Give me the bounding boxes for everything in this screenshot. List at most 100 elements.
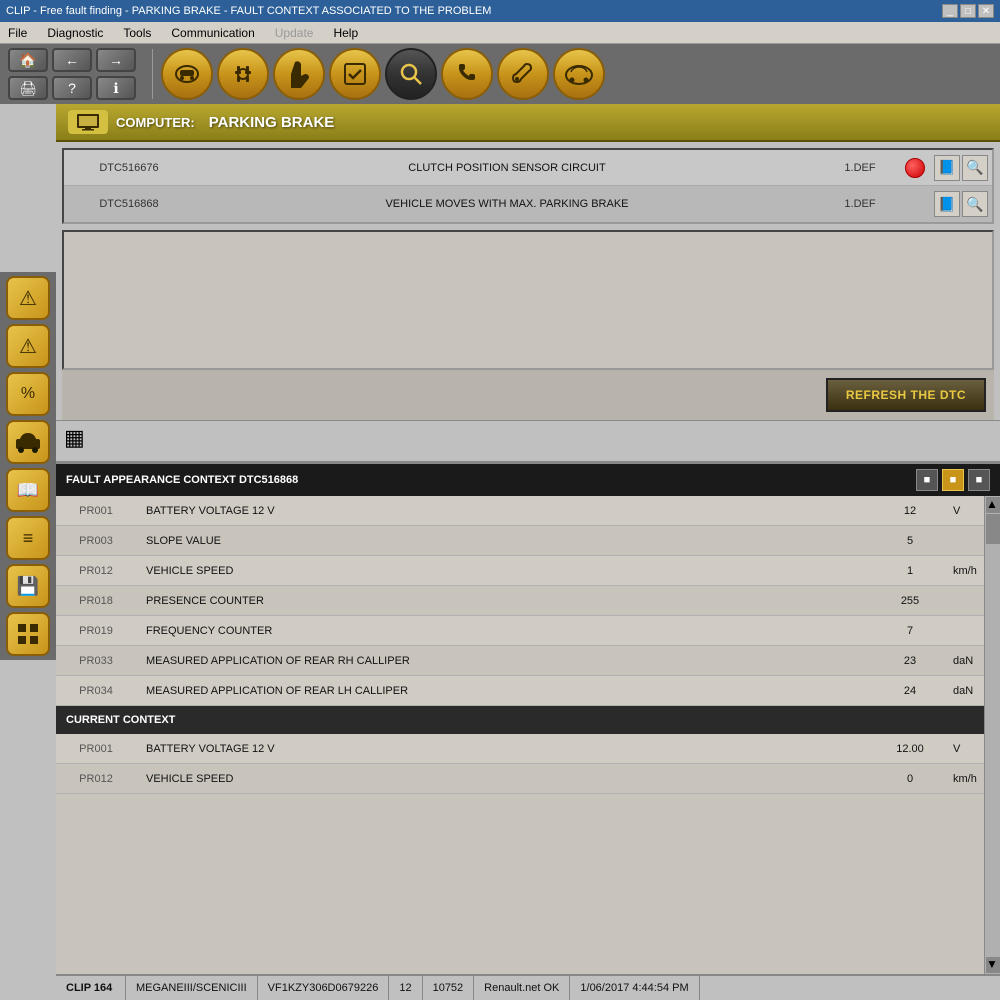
body-area: ⚠ ⚠ % 📖 ≡ 💾 COMPUTER: PARKING BRAKE	[0, 104, 1000, 1000]
nav-row-2: 🖨 ? ℹ	[8, 76, 136, 100]
ctx-code: PR019	[56, 625, 136, 637]
ctx-value: 23	[875, 655, 945, 667]
fault-view-btn-3[interactable]: ■	[968, 469, 990, 491]
dtc-zoom-button-2[interactable]: 🔍	[962, 191, 988, 217]
ctx-code: PR012	[56, 565, 136, 577]
fault-view-btn-1[interactable]: ■	[916, 469, 938, 491]
oval-btn-vehicle[interactable]	[161, 48, 213, 100]
ctx-code: PR012	[56, 773, 136, 785]
status-code1: 12	[389, 976, 422, 1000]
side-btn-grid[interactable]	[6, 612, 50, 656]
title-text: CLIP - Free fault finding - PARKING BRAK…	[6, 5, 491, 17]
status-vin: VF1KZY306D0679226	[258, 976, 390, 1000]
refresh-dtc-button[interactable]: REFRESH THE DTC	[826, 378, 986, 412]
home-button[interactable]: 🏠	[8, 48, 48, 72]
maximize-button[interactable]: □	[960, 4, 976, 18]
nav-section: 🏠 ← → 🖨 ? ℹ	[8, 48, 136, 100]
content-area: COMPUTER: PARKING BRAKE DTC516676 CLUTCH…	[56, 104, 1000, 1000]
dtc-zoom-button-1[interactable]: 🔍	[962, 155, 988, 181]
app-window: CLIP - Free fault finding - PARKING BRAK…	[0, 0, 1000, 1000]
oval-btn-touch[interactable]	[273, 48, 325, 100]
help-button[interactable]: ?	[52, 76, 92, 100]
dtc-desc-1: CLUTCH POSITION SENSOR CIRCUIT	[194, 162, 820, 174]
menu-bar: File Diagnostic Tools Communication Upda…	[0, 22, 1000, 44]
dtc-status-2: 1.DEF	[820, 198, 900, 210]
ctx-desc: VEHICLE SPEED	[136, 565, 875, 577]
scan-bar: ▦	[56, 420, 1000, 455]
back-button[interactable]: ←	[52, 48, 92, 72]
dtc-actions-2: 📘 🔍	[930, 191, 992, 217]
minimize-button[interactable]: _	[942, 4, 958, 18]
list-item: PR033 MEASURED APPLICATION OF REAR RH CA…	[56, 646, 1000, 676]
print-button[interactable]: 🖨	[8, 76, 48, 100]
scroll-thumb[interactable]	[986, 514, 1000, 544]
oval-btn-wrench[interactable]	[497, 48, 549, 100]
ctx-value: 24	[875, 685, 945, 697]
barcode-icon[interactable]: ▦	[64, 425, 85, 451]
computer-header: COMPUTER: PARKING BRAKE	[56, 104, 1000, 142]
fault-context-title: FAULT APPEARANCE CONTEXT DTC516868	[66, 474, 298, 486]
nav-row-1: 🏠 ← →	[8, 48, 136, 72]
computer-icon	[68, 110, 108, 134]
oval-btn-search[interactable]	[385, 48, 437, 100]
current-context-header: CURRENT CONTEXT	[56, 706, 1000, 734]
ctx-code: PR033	[56, 655, 136, 667]
refresh-area: REFRESH THE DTC	[62, 370, 994, 420]
fault-view-btn-2[interactable]: ■	[942, 469, 964, 491]
info-button[interactable]: ℹ	[96, 76, 136, 100]
dtc-code-2: DTC516868	[64, 198, 194, 210]
oval-btn-car2[interactable]	[553, 48, 605, 100]
scroll-down-button[interactable]: ▼	[986, 957, 1000, 973]
dtc-status-1: 1.DEF	[820, 162, 900, 174]
status-renault-net: Renault.net OK	[474, 976, 570, 1000]
side-btn-percent[interactable]: %	[6, 372, 50, 416]
oval-btn-gearbox[interactable]	[217, 48, 269, 100]
ctx-desc: VEHICLE SPEED	[136, 773, 875, 785]
list-item: PR012 VEHICLE SPEED 1 km/h	[56, 556, 1000, 586]
computer-name: PARKING BRAKE	[209, 114, 335, 131]
side-btn-car[interactable]	[6, 420, 50, 464]
status-code2: 10752	[423, 976, 475, 1000]
list-item: PR001 BATTERY VOLTAGE 12 V 12 V	[56, 496, 1000, 526]
side-toolbar: ⚠ ⚠ % 📖 ≡ 💾	[0, 272, 56, 660]
forward-button[interactable]: →	[96, 48, 136, 72]
ctx-desc: FREQUENCY COUNTER	[136, 625, 875, 637]
status-datetime: 1/06/2017 4:44:54 PM	[570, 976, 699, 1000]
side-btn-save[interactable]: 💾	[6, 564, 50, 608]
ctx-desc: BATTERY VOLTAGE 12 V	[136, 743, 875, 755]
side-btn-warning1[interactable]: ⚠	[6, 276, 50, 320]
menu-diagnostic[interactable]: Diagnostic	[43, 25, 107, 41]
scroll-track[interactable]: ▲ ▼	[984, 496, 1000, 974]
menu-file[interactable]: File	[4, 25, 31, 41]
list-item: PR019 FREQUENCY COUNTER 7	[56, 616, 1000, 646]
ctx-desc: BATTERY VOLTAGE 12 V	[136, 505, 875, 517]
ctx-code: PR001	[56, 505, 136, 517]
red-indicator-icon	[905, 158, 925, 178]
side-btn-warning2[interactable]: ⚠	[6, 324, 50, 368]
side-btn-book[interactable]: 📖	[6, 468, 50, 512]
close-button[interactable]: ✕	[978, 4, 994, 18]
menu-help[interactable]: Help	[329, 25, 362, 41]
scroll-up-button[interactable]: ▲	[986, 497, 1000, 513]
dtc-book-button-1[interactable]: 📘	[934, 155, 960, 181]
list-item: PR018 PRESENCE COUNTER 255	[56, 586, 1000, 616]
toolbar-divider	[152, 49, 153, 99]
dtc-desc-2: VEHICLE MOVES WITH MAX. PARKING BRAKE	[194, 198, 820, 210]
table-row[interactable]: DTC516676 CLUTCH POSITION SENSOR CIRCUIT…	[64, 150, 992, 186]
menu-update: Update	[271, 25, 318, 41]
ctx-code: PR001	[56, 743, 136, 755]
table-row[interactable]: DTC516868 VEHICLE MOVES WITH MAX. PARKIN…	[64, 186, 992, 222]
title-bar: CLIP - Free fault finding - PARKING BRAK…	[0, 0, 1000, 22]
ctx-desc: MEASURED APPLICATION OF REAR RH CALLIPER	[136, 655, 875, 667]
status-clip-version: CLIP 164	[56, 976, 126, 1000]
menu-communication[interactable]: Communication	[167, 25, 258, 41]
ctx-code: PR034	[56, 685, 136, 697]
main-toolbar: 🏠 ← → 🖨 ? ℹ	[0, 44, 1000, 104]
ctx-value: 12	[875, 505, 945, 517]
side-btn-list[interactable]: ≡	[6, 516, 50, 560]
oval-btn-phone[interactable]	[441, 48, 493, 100]
dtc-book-button-2[interactable]: 📘	[934, 191, 960, 217]
oval-btn-check[interactable]	[329, 48, 381, 100]
ctx-code: PR018	[56, 595, 136, 607]
menu-tools[interactable]: Tools	[119, 25, 155, 41]
